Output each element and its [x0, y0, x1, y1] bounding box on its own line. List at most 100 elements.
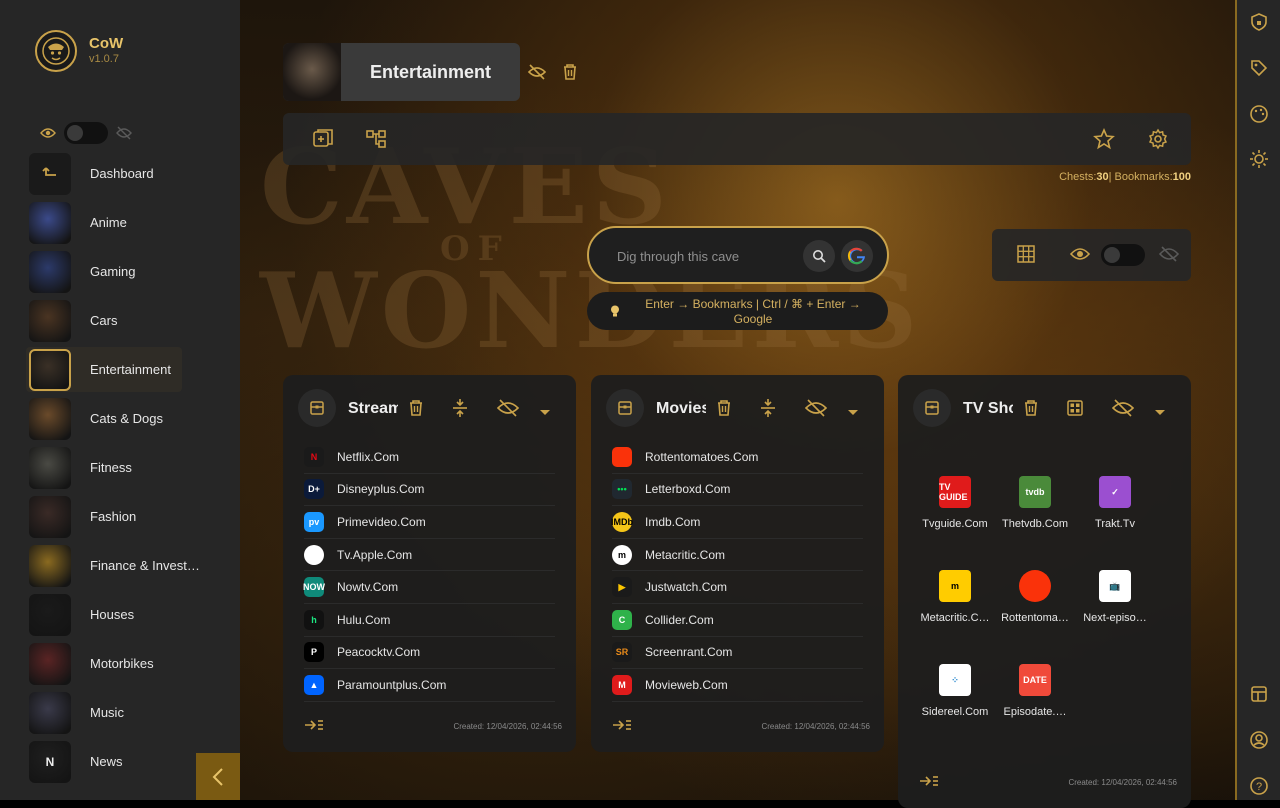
- compress-icon[interactable]: [450, 398, 470, 418]
- toggle-switch[interactable]: [64, 122, 108, 144]
- google-search-button[interactable]: [841, 240, 873, 272]
- sidebar-item[interactable]: Finance & Invest…: [0, 541, 240, 590]
- tag-icon[interactable]: [1249, 58, 1269, 78]
- bookmark-tile[interactable]: 📺 Next-episo…: [1075, 570, 1155, 664]
- hide-collection-icon[interactable]: [1111, 398, 1135, 418]
- eye-off-icon: [116, 126, 132, 140]
- collection-card: Streaming N Netflix.Com D+ Disneyplus.Com pv P…: [283, 375, 576, 752]
- palette-icon[interactable]: [1249, 104, 1269, 124]
- bookmark-tile[interactable]: DATE Episodate.…: [995, 664, 1075, 758]
- bookmark-item[interactable]: IMDb Imdb.Com: [611, 506, 863, 539]
- expand-icon[interactable]: [304, 718, 324, 734]
- bookmark-item[interactable]: ▲ Paramountplus.Com: [304, 669, 555, 702]
- bookmark-tile[interactable]: ✓ Trakt.Tv: [1075, 476, 1155, 570]
- bookmark-item[interactable]: pv Primevideo.Com: [304, 506, 555, 539]
- bookmark-item[interactable]: Rottentomatoes.Com: [612, 441, 863, 474]
- add-collection-icon[interactable]: [312, 128, 334, 150]
- eye-off-icon[interactable]: [1159, 245, 1179, 263]
- user-icon[interactable]: [1249, 730, 1269, 750]
- bookmark-item[interactable]: Tv.Apple.Com: [304, 539, 555, 572]
- netflix-icon: N: [304, 446, 324, 467]
- chest-thumbnail: [29, 691, 71, 734]
- sidebar-item[interactable]: Entertainment: [0, 345, 240, 394]
- hide-collection-icon[interactable]: [804, 398, 828, 418]
- bookmark-item[interactable]: m Metacritic.Com: [612, 539, 863, 572]
- star-icon[interactable]: [1093, 128, 1115, 150]
- help-icon[interactable]: ?: [1249, 776, 1269, 796]
- delete-collection-icon[interactable]: [406, 398, 426, 418]
- bookmark-item[interactable]: ▶ Justwatch.Com: [612, 571, 863, 604]
- bookmark-item[interactable]: C Collider.Com: [612, 604, 863, 637]
- created-timestamp: Created: 12/04/2026, 02:44:56: [761, 721, 870, 731]
- bookmark-tile[interactable]: m Metacritic.C…: [915, 570, 995, 664]
- delete-collection-icon[interactable]: [1021, 398, 1041, 418]
- card-footer: Created: 12/04/2026, 02:44:56: [283, 702, 576, 752]
- thumbnail-letter: N: [45, 754, 55, 769]
- eye-icon: [40, 128, 56, 138]
- bookmark-item[interactable]: h Hulu.Com: [304, 604, 555, 637]
- sidebar-item[interactable]: Anime: [0, 198, 240, 247]
- grid-view-icon[interactable]: [1016, 244, 1036, 264]
- sidebar-item[interactable]: Cars: [0, 296, 240, 345]
- search-hint-text: Enter → Bookmarks | Ctrl / ⌘ + Enter → G…: [645, 297, 861, 326]
- delete-chest-icon[interactable]: [560, 62, 580, 82]
- sidebar-item[interactable]: Cats & Dogs: [0, 394, 240, 443]
- bookmark-item[interactable]: NOW Nowtv.Com: [303, 571, 555, 604]
- chevron-down-icon[interactable]: [539, 404, 559, 424]
- sidebar-item[interactable]: Houses: [0, 590, 240, 639]
- card-header: TV Shows: [898, 375, 1191, 441]
- expand-icon[interactable]: [919, 774, 939, 790]
- bookmark-label: Disneyplus.Com: [337, 482, 425, 497]
- delete-collection-icon[interactable]: [714, 398, 734, 418]
- search-bar: [587, 226, 889, 284]
- hide-chest-icon[interactable]: [527, 62, 547, 82]
- sidebar-item[interactable]: Motorbikes: [0, 639, 240, 688]
- sidebar-item[interactable]: Fitness: [0, 443, 240, 492]
- visibility-toggle-switch[interactable]: [1101, 244, 1145, 266]
- app-logo[interactable]: [35, 30, 77, 72]
- card-title[interactable]: TV Shows: [963, 400, 1013, 418]
- app-version: v1.0.7: [89, 53, 119, 65]
- shield-icon[interactable]: [1249, 12, 1269, 32]
- bookmark-label: Nowtv.Com: [337, 580, 399, 595]
- bookmark-item[interactable]: SR Screenrant.Com: [612, 637, 863, 670]
- sidebar-item[interactable]: Dashboard: [0, 149, 240, 198]
- expand-icon[interactable]: [612, 718, 632, 734]
- layout-icon[interactable]: [1249, 684, 1269, 704]
- card-title[interactable]: Streaming: [348, 400, 398, 418]
- chest-header[interactable]: Entertainment: [283, 43, 520, 101]
- search-button[interactable]: [803, 240, 835, 272]
- bookmark-tile[interactable]: Rottentoma…: [995, 570, 1075, 664]
- settings-gear-icon[interactable]: [1147, 128, 1169, 150]
- sidebar-item-label: Finance & Invest…: [90, 558, 200, 573]
- sun-icon[interactable]: [1249, 149, 1269, 169]
- sidebar-item[interactable]: Gaming: [0, 247, 240, 296]
- bookmark-tile[interactable]: TV GUIDE Tvguide.Com: [915, 476, 995, 570]
- eye-icon[interactable]: [1070, 246, 1090, 262]
- chevron-down-icon[interactable]: [847, 404, 867, 424]
- chest-icon[interactable]: [298, 389, 336, 427]
- hierarchy-icon[interactable]: [365, 128, 387, 150]
- bookmark-item[interactable]: D+ Disneyplus.Com: [304, 474, 555, 507]
- created-timestamp: Created: 12/04/2026, 02:44:56: [453, 721, 562, 731]
- bookmark-item[interactable]: ••• Letterboxd.Com: [612, 474, 863, 507]
- sidebar-visibility-toggle[interactable]: [40, 122, 132, 144]
- compress-icon[interactable]: [758, 398, 778, 418]
- sidebar-item[interactable]: Fashion: [0, 492, 240, 541]
- chevron-down-icon[interactable]: [1154, 404, 1174, 424]
- grid-view-icon[interactable]: [1065, 398, 1085, 418]
- collection-card: Movies Rottentomatoes.Com ••• Letterboxd.Co…: [591, 375, 884, 752]
- chest-icon[interactable]: [606, 389, 644, 427]
- card-title[interactable]: Movies: [656, 400, 706, 418]
- sidebar-item[interactable]: Music: [0, 688, 240, 737]
- bookmark-item[interactable]: M Movieweb.Com: [612, 669, 863, 702]
- bookmark-tile[interactable]: tvdb Thetvdb.Com: [995, 476, 1075, 570]
- bookmark-item[interactable]: N Netflix.Com: [304, 441, 555, 474]
- search-input[interactable]: [615, 245, 795, 267]
- hide-collection-icon[interactable]: [496, 398, 520, 418]
- next-episode-icon: 📺: [1099, 570, 1131, 602]
- chest-icon[interactable]: [913, 389, 951, 427]
- bookmark-item[interactable]: P Peacocktv.Com: [304, 637, 555, 670]
- collapse-sidebar-button[interactable]: [196, 753, 240, 800]
- bookmark-tile[interactable]: ⁘ Sidereel.Com: [915, 664, 995, 758]
